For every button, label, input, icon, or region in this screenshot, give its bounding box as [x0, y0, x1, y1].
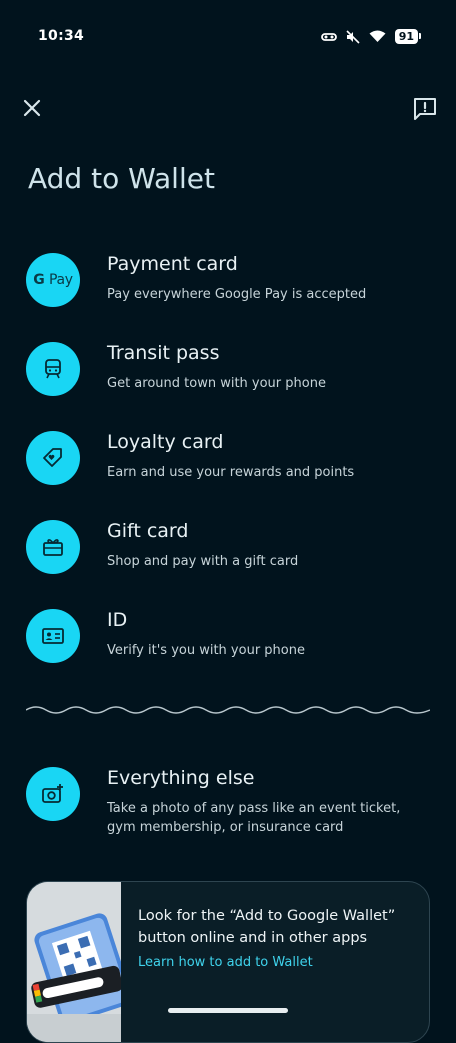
promo-text: Look for the “Add to Google Wallet” butt… [138, 908, 396, 946]
gift-card-icon [26, 520, 80, 574]
train-icon [26, 342, 80, 396]
id-card-icon [26, 609, 80, 663]
page-title: Add to Wallet [28, 162, 215, 195]
close-icon [23, 99, 41, 117]
option-subtitle: Earn and use your rewards and points [107, 465, 355, 480]
add-photo-icon [26, 767, 80, 821]
gesture-nav-handle[interactable] [168, 1008, 288, 1013]
status-bar: 10:34 91 [0, 0, 456, 72]
close-button[interactable] [20, 96, 44, 120]
option-title: ID [107, 609, 128, 631]
option-subtitle: Get around town with your phone [107, 376, 326, 391]
option-title: Loyalty card [107, 431, 224, 453]
option-subtitle: Verify it's you with your phone [107, 643, 305, 658]
option-gift-card[interactable]: Gift card Shop and pay with a gift card [0, 520, 456, 600]
option-subtitle: Shop and pay with a gift card [107, 554, 299, 569]
wifi-icon [369, 30, 386, 42]
option-title: Gift card [107, 520, 189, 542]
gpay-pay-text: Pay [49, 272, 73, 288]
google-pay-icon: G Pay [26, 253, 80, 307]
option-title: Payment card [107, 253, 238, 275]
status-icons: 91 [320, 29, 422, 44]
option-loyalty-card[interactable]: Loyalty card Earn and use your rewards a… [0, 431, 456, 511]
option-subtitle: Take a photo of any pass like an event t… [107, 801, 401, 835]
promo-card: Look for the “Add to Google Wallet” butt… [26, 881, 430, 1043]
option-payment-card[interactable]: G Pay Payment card Pay everywhere Google… [0, 253, 456, 333]
mute-icon [346, 29, 360, 44]
battery-icon: 91 [394, 29, 422, 44]
feedback-button[interactable] [412, 96, 438, 122]
option-title: Everything else [107, 767, 255, 789]
option-everything-else[interactable]: Everything else Take a photo of any pass… [0, 767, 456, 837]
link-icon [320, 32, 337, 41]
gpay-g-text: G [33, 272, 45, 288]
wavy-divider [26, 706, 430, 714]
option-title: Transit pass [107, 342, 220, 364]
option-subtitle: Pay everywhere Google Pay is accepted [107, 287, 367, 302]
feedback-icon [414, 98, 436, 120]
learn-more-link[interactable]: Learn how to add to Wallet [138, 955, 313, 970]
status-time: 10:34 [38, 28, 85, 44]
wallet-illustration [27, 882, 133, 1042]
tag-heart-icon [26, 431, 80, 485]
option-id[interactable]: ID Verify it's you with your phone [0, 609, 456, 689]
option-transit-pass[interactable]: Transit pass Get around town with your p… [0, 342, 456, 422]
